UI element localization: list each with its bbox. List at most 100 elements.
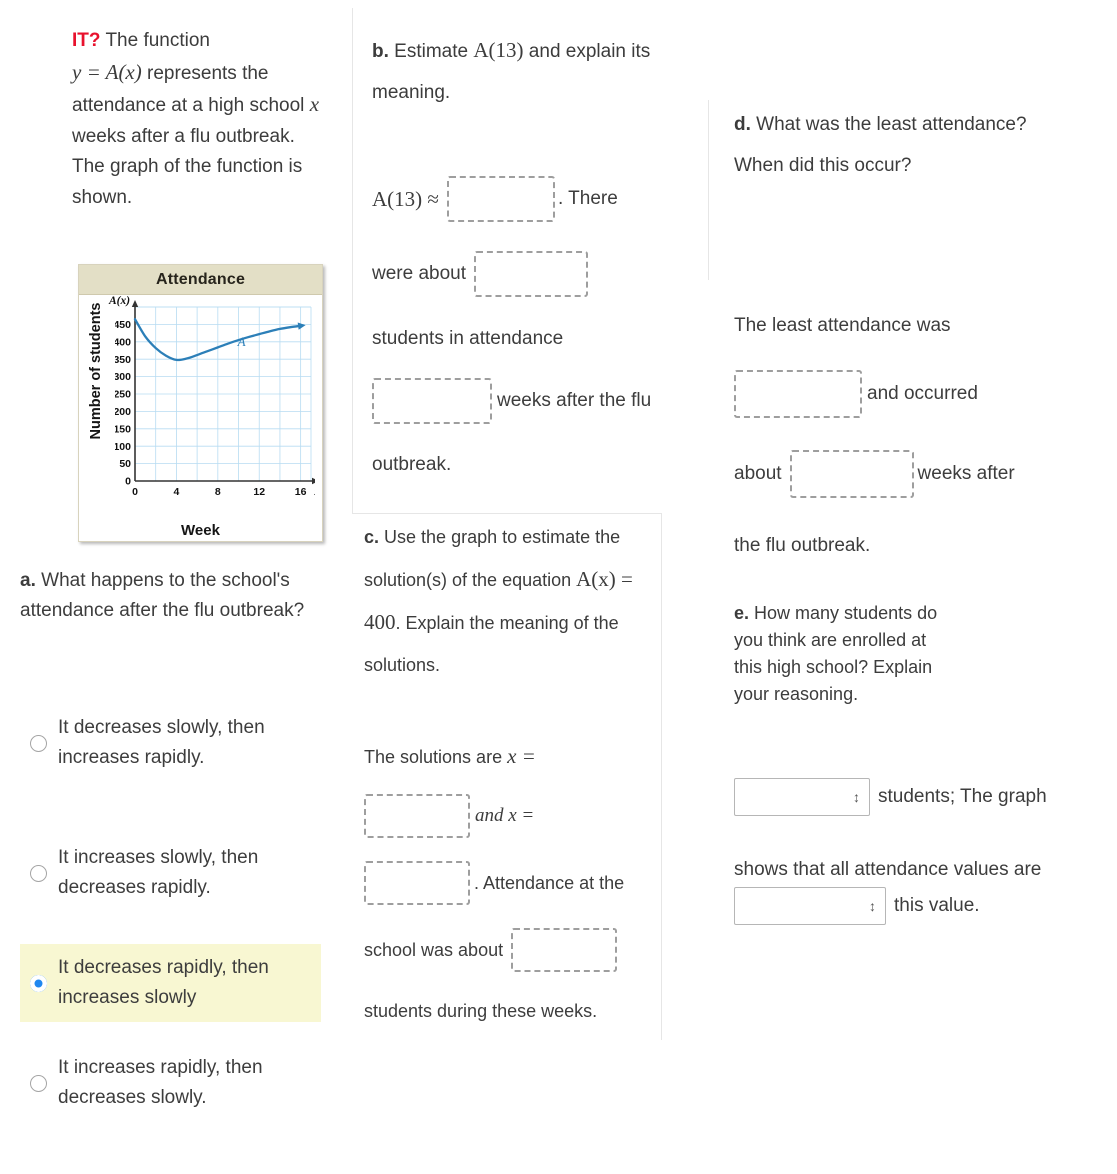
svg-text:12: 12 — [253, 486, 265, 498]
option-label: It decreases rapidly, then increases slo… — [58, 957, 269, 1008]
option-label: It increases rapidly, then decreases slo… — [58, 1057, 263, 1108]
svg-text:A: A — [237, 334, 246, 349]
stem-line1: The function — [105, 30, 211, 51]
radio-icon[interactable] — [30, 864, 47, 882]
part-b-after-box-3: weeks after the flu — [497, 390, 652, 411]
part-a-label: a. — [20, 570, 36, 591]
svg-text:0: 0 — [132, 486, 138, 498]
part-e-after-select-1: students; The graph — [878, 786, 1047, 807]
part-c-input-1[interactable] — [364, 794, 470, 838]
svg-text:16: 16 — [295, 486, 307, 498]
part-e-select-1[interactable]: ↕ — [734, 778, 870, 816]
part-b-were-about-text: were about — [372, 263, 467, 284]
part-e-label: e. — [734, 603, 750, 623]
part-a-question-text: What happens to the school's attendance … — [20, 570, 305, 621]
part-d-question-text: What was the least attendance? When did … — [734, 114, 1027, 176]
option-label: It increases slowly, then decreases rapi… — [58, 847, 259, 898]
part-b-question: b. Estimate A(13) and explain its meanin… — [372, 30, 682, 113]
divider-mid-right-top — [708, 100, 709, 280]
divider-left-mid — [352, 8, 353, 513]
updown-caret-icon: ↕ — [869, 898, 876, 914]
attendance-graph-figure: Attendance Number of students Week A(x) … — [78, 264, 323, 542]
svg-text:350: 350 — [115, 354, 131, 366]
part-e-select-2[interactable]: ↕ — [734, 887, 886, 925]
radio-icon-selected[interactable] — [30, 974, 47, 992]
part-c-solutions-line: The solutions are x = — [364, 744, 536, 769]
part-c-after-box-2: . Attendance at the — [474, 873, 625, 893]
part-b-after-box-1: . There — [557, 188, 618, 209]
option-label: It decreases slowly, then increases rapi… — [58, 717, 265, 768]
svg-text:8: 8 — [215, 486, 221, 498]
part-c-answer-line-2: . Attendance at the — [364, 861, 624, 905]
radio-icon[interactable] — [30, 1074, 47, 1092]
part-b-input-2[interactable] — [474, 251, 589, 297]
part-e-answer-line-2: ↕ this value. — [734, 887, 980, 925]
stem-variable-x: x — [309, 92, 320, 116]
part-b-input-1[interactable] — [446, 176, 555, 222]
part-d-label: d. — [734, 114, 751, 135]
part-c-input-3[interactable] — [511, 928, 618, 972]
part-e-shows-text: shows that all attendance values are — [734, 859, 1042, 880]
part-d-question: d. What was the least attendance? When d… — [734, 104, 1030, 186]
part-a-option-0[interactable]: It decreases slowly, then increases rapi… — [20, 704, 320, 782]
svg-text:250: 250 — [115, 389, 131, 401]
part-d-input-2[interactable] — [789, 450, 914, 498]
svg-text:150: 150 — [115, 423, 131, 435]
divider-above-part-c — [352, 513, 662, 514]
svg-text:50: 50 — [119, 458, 131, 470]
part-c-solutions-text: The solutions are — [364, 747, 508, 767]
stem-function-math: y = A(x) — [72, 59, 142, 84]
part-d-about-text: about — [734, 463, 782, 484]
part-c-input-2[interactable] — [364, 861, 470, 905]
svg-text:100: 100 — [115, 441, 131, 453]
part-c-answer-line-3: school was about — [364, 928, 618, 972]
part-a-option-1[interactable]: It increases slowly, then decreases rapi… — [20, 834, 320, 912]
part-c-solutions-x: x = — [507, 744, 536, 768]
part-c-question: c. Use the graph to estimate the solutio… — [364, 516, 669, 686]
part-d-flu-outbreak-text: the flu outbreak. — [734, 535, 871, 556]
part-b-question-math: A(13) — [473, 38, 524, 62]
figure-body: Number of students Week A(x) 0 50 100 150 20… — [79, 295, 322, 541]
part-b-answer-line-1: A(13) ≈ . There — [372, 176, 618, 222]
part-b-answer-line-3: weeks after the flu — [372, 378, 651, 424]
figure-title: Attendance — [79, 265, 322, 295]
part-b-answer-line-2: were about — [372, 251, 589, 297]
part-c-answer-line-1: and x = — [364, 794, 534, 838]
part-e-after-select-2: this value. — [894, 895, 980, 916]
radio-icon[interactable] — [30, 734, 47, 752]
part-d-least-attendance-text: The least attendance was — [734, 315, 951, 336]
updown-caret-icon: ↕ — [853, 789, 860, 805]
part-a-option-3[interactable]: It increases rapidly, then decreases slo… — [20, 1044, 320, 1122]
part-d-after-box-1: and occurred — [867, 383, 978, 404]
part-a-question: a. What happens to the school's attendan… — [20, 566, 312, 626]
part-e-question-text: How many students do you think are enrol… — [734, 603, 938, 704]
y-axis-label: Number of students — [88, 302, 104, 440]
part-c-question-text-2: . Explain the meaning of the solutions. — [364, 613, 619, 675]
it-tag: IT? — [72, 30, 101, 51]
part-b-question-text-1: Estimate — [394, 41, 474, 62]
part-d-input-1[interactable] — [734, 370, 862, 418]
svg-text:x: x — [313, 487, 315, 498]
stem-rest-2: weeks after a flu outbreak. The graph of… — [72, 125, 303, 208]
svg-text:450: 450 — [115, 319, 131, 331]
part-c-students-during-text: students during these weeks. — [364, 1001, 598, 1021]
part-b-students-text: students in attendance — [372, 328, 564, 349]
part-b-label: b. — [372, 41, 389, 62]
part-a-option-2[interactable]: It decreases rapidly, then increases slo… — [20, 944, 321, 1022]
part-d-answer-line-2: about weeks after — [734, 450, 1015, 498]
part-d-answer-line-1: and occurred — [734, 370, 978, 418]
part-c-school-was-about: school was about — [364, 940, 504, 960]
svg-text:300: 300 — [115, 371, 131, 383]
svg-text:4: 4 — [173, 486, 179, 498]
part-b-input-3[interactable] — [372, 378, 492, 424]
chart-plot-area: 0 50 100 150 200 250 300 350 400 450 0 4 8 12 16 x A — [113, 299, 320, 511]
svg-text:0: 0 — [125, 476, 131, 488]
x-axis-label: Week — [181, 522, 220, 539]
svg-text:200: 200 — [115, 406, 131, 418]
part-e-question: e. How many students do you think are en… — [734, 600, 950, 708]
part-e-answer-line-1: ↕ students; The graph — [734, 778, 1047, 816]
part-c-and-x: and x = — [475, 805, 535, 826]
part-c-label: c. — [364, 527, 380, 547]
part-d-after-box-2: weeks after — [917, 463, 1015, 484]
svg-text:400: 400 — [115, 336, 131, 348]
